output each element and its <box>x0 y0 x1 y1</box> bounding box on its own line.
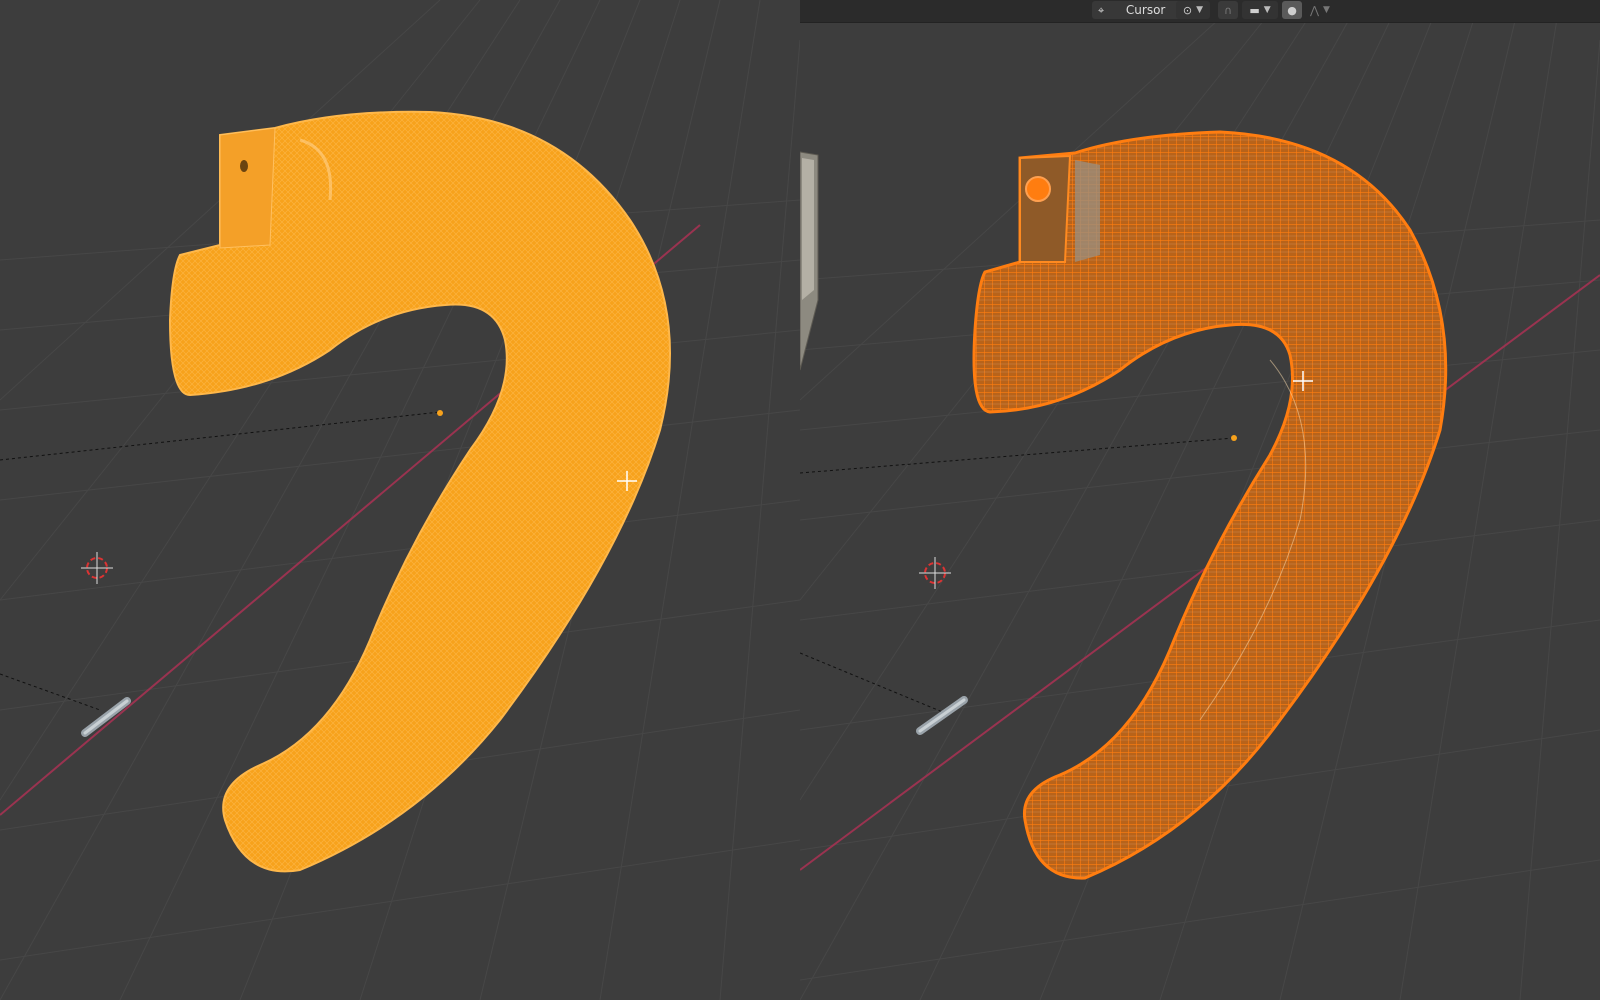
falloff-curve-icon: ⋀ <box>1310 3 1320 17</box>
object-origin-dot <box>1231 435 1237 441</box>
3d-cursor-icon[interactable] <box>919 557 951 589</box>
increment-icon: ▬ <box>1249 3 1260 17</box>
chevron-down-icon: ▼ <box>1263 5 1271 15</box>
proportional-editing-toggle[interactable]: ● <box>1282 1 1302 19</box>
snap-toggle-button[interactable]: ∩ <box>1218 1 1238 19</box>
light-object[interactable] <box>81 697 131 737</box>
mesh-object-right[interactable] <box>972 130 1448 880</box>
chevron-down-icon: ▼ <box>1323 5 1330 15</box>
viewport-header-toolbar: ⌖ Cursor ▼ ⊙ ▼ ∩ ▬ ▼ ● ⋀ ▼ <box>800 0 1600 23</box>
camera-line-2 <box>800 652 946 714</box>
snap-target-icon: ⊙ <box>1182 3 1193 17</box>
pivot-point-label: Cursor <box>1125 3 1166 17</box>
chevron-down-icon: ▼ <box>1196 5 1204 15</box>
viewport-right-canvas[interactable] <box>800 0 1600 1000</box>
camera-line-1 <box>0 411 441 461</box>
pivot-icon: ⌖ <box>1098 3 1105 17</box>
mesh-object-left[interactable] <box>168 110 671 873</box>
proportional-falloff-dropdown[interactable]: ⋀ ▼ <box>1306 1 1334 19</box>
object-origin-dot <box>437 410 443 416</box>
camera-line-1 <box>800 437 1235 474</box>
viewport-left-canvas[interactable] <box>0 0 800 1000</box>
3d-cursor-icon[interactable] <box>81 552 113 584</box>
viewport-right[interactable] <box>800 0 1600 1000</box>
snap-element-dropdown[interactable]: ▬ ▼ <box>1242 1 1278 19</box>
viewport-left[interactable] <box>0 0 800 1000</box>
camera-line-2 <box>0 673 101 711</box>
snap-target-dropdown[interactable]: ⊙ ▼ <box>1176 1 1210 19</box>
light-object[interactable] <box>916 696 968 735</box>
side-object[interactable] <box>800 151 819 371</box>
proportional-editing-icon: ● <box>1287 3 1297 17</box>
magnet-icon: ∩ <box>1223 3 1233 17</box>
